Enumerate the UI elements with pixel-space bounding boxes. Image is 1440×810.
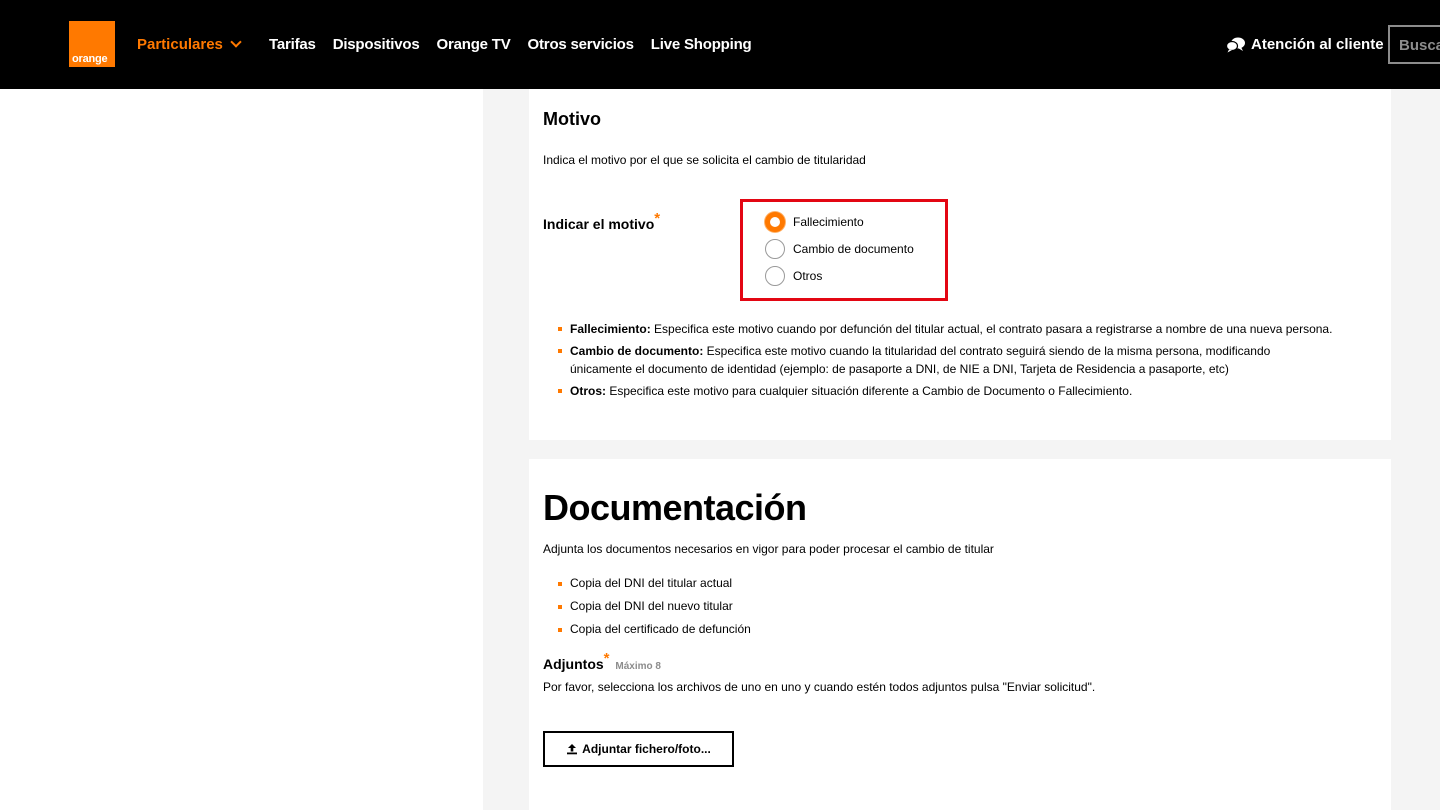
nav-tarifas[interactable]: Tarifas: [269, 36, 316, 53]
list-item: Otros: Especifica este motivo para cualq…: [555, 382, 1335, 400]
radio-fallecimiento-label: Fallecimiento: [793, 215, 864, 229]
bullet-icon: [558, 628, 562, 632]
chevron-down-icon: [230, 36, 242, 48]
description-term: Cambio de documento:: [570, 344, 704, 358]
document-item-text: Copia del DNI del titular actual: [570, 576, 733, 590]
list-item: Copia del DNI del nuevo titular: [555, 598, 751, 615]
radio-button-checked[interactable]: [765, 212, 785, 232]
nav-dispositivos[interactable]: Dispositivos: [333, 36, 420, 53]
logo-text: orange: [72, 53, 108, 65]
documentacion-subtitle: Adjunta los documentos necesarios en vig…: [543, 542, 994, 556]
adjuntos-max: Máximo 8: [615, 661, 661, 672]
chat-bubbles-icon: [1226, 37, 1245, 53]
documentacion-card: Documentación Adjunta los documentos nec…: [529, 459, 1391, 810]
search-input[interactable]: Busca: [1388, 25, 1440, 64]
radio-fallecimiento[interactable]: Fallecimiento: [765, 212, 864, 232]
document-item-text: Copia del certificado de defunción: [570, 622, 751, 636]
document-item-text: Copia del DNI del nuevo titular: [570, 599, 733, 613]
radio-cambio-documento-label: Cambio de documento: [793, 242, 914, 256]
main-nav: Tarifas Dispositivos Orange TV Otros ser…: [269, 36, 752, 53]
adjuntos-label-text: Adjuntos: [543, 656, 604, 672]
list-item: Copia del DNI del titular actual: [555, 575, 751, 592]
upload-icon: [567, 744, 578, 755]
description-text: Especifica este motivo cuando por defunc…: [650, 322, 1333, 336]
motivo-card: Motivo Indica el motivo por el que se so…: [529, 89, 1391, 440]
required-asterisk: *: [654, 210, 661, 227]
list-item: Fallecimiento: Especifica este motivo cu…: [555, 320, 1335, 338]
motivo-field-label-text: Indicar el motivo: [543, 216, 655, 232]
nav-particulares[interactable]: Particulares: [137, 36, 242, 53]
list-item: Cambio de documento: Especifica este mot…: [555, 342, 1335, 378]
orange-logo[interactable]: orange: [69, 21, 115, 67]
nav-particulares-label: Particulares: [137, 36, 223, 53]
bullet-icon: [558, 349, 562, 353]
attach-file-label: Adjuntar fichero/foto...: [582, 742, 711, 756]
radio-cambio-documento[interactable]: Cambio de documento: [765, 239, 914, 259]
adjuntos-label: Adjuntos* Máximo 8: [543, 650, 661, 673]
documentacion-title: Documentación: [543, 487, 807, 528]
top-navigation-bar: orange Particulares Tarifas Dispositivos…: [0, 0, 1440, 89]
radio-button[interactable]: [765, 266, 785, 286]
motivo-subtitle: Indica el motivo por el que se solicita …: [543, 153, 866, 167]
customer-service-link[interactable]: Atención al cliente: [1226, 36, 1384, 53]
nav-otros-servicios[interactable]: Otros servicios: [528, 36, 634, 53]
description-term: Fallecimiento:: [570, 322, 651, 336]
motivo-radio-group: Fallecimiento Cambio de documento Otros: [740, 199, 948, 301]
bullet-icon: [558, 605, 562, 609]
motivo-field-label: Indicar el motivo*: [543, 210, 660, 233]
required-documents-list: Copia del DNI del titular actual Copia d…: [555, 575, 751, 644]
bullet-icon: [558, 389, 562, 393]
motivo-title: Motivo: [543, 109, 601, 129]
motivo-descriptions: Fallecimiento: Especifica este motivo cu…: [555, 320, 1335, 404]
nav-orange-tv[interactable]: Orange TV: [436, 36, 510, 53]
required-asterisk: *: [603, 650, 610, 667]
customer-service-label: Atención al cliente: [1251, 36, 1384, 53]
nav-live-shopping[interactable]: Live Shopping: [651, 36, 752, 53]
bullet-icon: [558, 582, 562, 586]
attach-file-button[interactable]: Adjuntar fichero/foto...: [543, 731, 734, 767]
description-text: Especifica este motivo para cualquier si…: [606, 384, 1133, 398]
radio-otros-label: Otros: [793, 269, 823, 283]
radio-otros[interactable]: Otros: [765, 266, 822, 286]
adjuntos-help-text: Por favor, selecciona los archivos de un…: [543, 680, 1096, 694]
bullet-icon: [558, 327, 562, 331]
radio-button[interactable]: [765, 239, 785, 259]
list-item: Copia del certificado de defunción: [555, 621, 751, 638]
description-term: Otros:: [570, 384, 606, 398]
